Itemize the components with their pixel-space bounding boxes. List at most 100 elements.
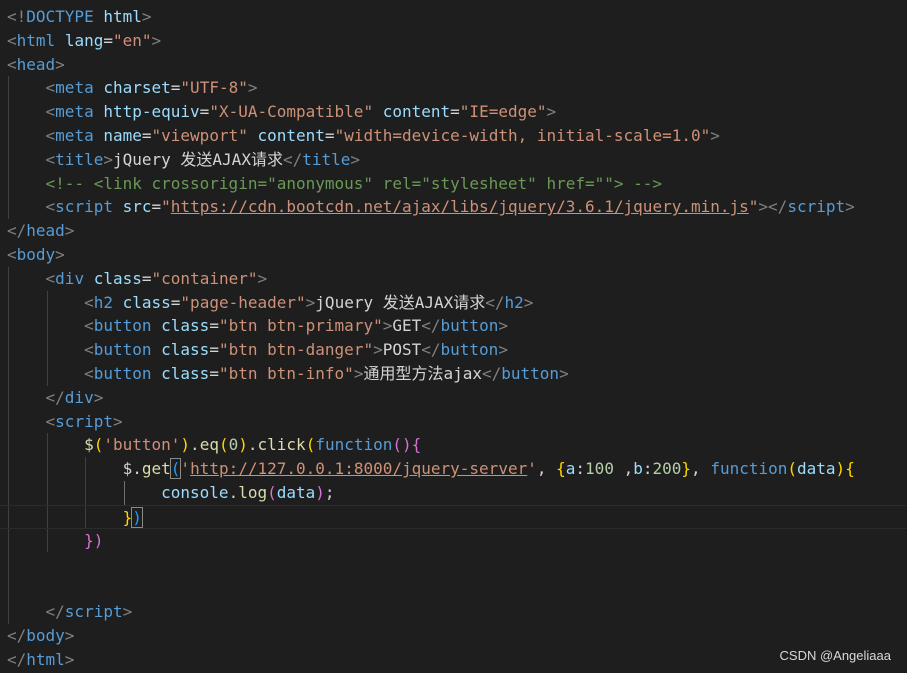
code-line[interactable]: </head> bbox=[0, 219, 907, 243]
code-line[interactable]: <!DOCTYPE html> bbox=[0, 5, 907, 29]
code-token: < bbox=[45, 102, 56, 122]
code-token: ( bbox=[787, 459, 798, 479]
code-token: " bbox=[161, 197, 171, 217]
code-token: http://127.0.0.1:8000/jquery-server bbox=[190, 459, 528, 479]
code-token: data bbox=[797, 459, 836, 479]
code-token: <!-- <link crossorigin="anonymous" rel="… bbox=[45, 173, 663, 193]
code-line[interactable]: <!-- <link crossorigin="anonymous" rel="… bbox=[0, 171, 907, 196]
code-line[interactable]: <title>jQuery 发送AJAX请求</title> bbox=[0, 147, 907, 172]
code-token: = bbox=[151, 197, 162, 217]
code-token: ( bbox=[305, 435, 316, 455]
code-token: </ bbox=[482, 363, 502, 383]
code-line[interactable] bbox=[0, 576, 907, 600]
code-token: > bbox=[122, 601, 133, 621]
code-token: ) bbox=[238, 435, 248, 455]
code-token: </ bbox=[45, 601, 65, 621]
code-token: div bbox=[64, 387, 94, 407]
code-token: "UTF-8" bbox=[180, 78, 248, 98]
code-token: script bbox=[787, 197, 846, 217]
code-token: class bbox=[161, 363, 210, 383]
code-token: < bbox=[7, 30, 17, 50]
code-token: "page-header" bbox=[180, 292, 306, 312]
code-token: GET bbox=[392, 316, 422, 336]
code-token: script bbox=[55, 197, 113, 217]
code-line[interactable]: <button class="btn btn-danger">POST</but… bbox=[0, 338, 907, 362]
code-token: < bbox=[45, 78, 56, 98]
code-token: button bbox=[440, 316, 499, 336]
code-token: > bbox=[55, 244, 65, 264]
code-token: : bbox=[642, 459, 653, 479]
code-line[interactable]: <body> bbox=[0, 243, 907, 267]
code-token: </ bbox=[282, 149, 303, 169]
code-token: </ bbox=[7, 649, 27, 669]
code-token: function bbox=[710, 459, 788, 479]
code-token: > bbox=[305, 292, 316, 312]
code-line[interactable]: <button class="btn btn-info">通用型方法ajax</… bbox=[0, 361, 907, 386]
watermark: CSDN @Angeliaaa bbox=[779, 648, 891, 663]
code-line[interactable]: $.get('http://127.0.0.1:8000/jquery-serv… bbox=[0, 457, 907, 481]
code-line[interactable]: <button class="btn btn-primary">GET</but… bbox=[0, 314, 907, 339]
code-token: 'button' bbox=[103, 435, 181, 455]
code-line[interactable]: }) bbox=[0, 504, 907, 529]
code-token: class bbox=[161, 316, 210, 336]
code-token: meta bbox=[55, 78, 94, 98]
code-line[interactable]: <script src="https://cdn.bootcdn.net/aja… bbox=[0, 195, 907, 220]
code-line[interactable]: <div class="container"> bbox=[0, 266, 907, 291]
code-token: 200 bbox=[652, 459, 682, 479]
code-token: ) bbox=[180, 435, 191, 455]
code-token: POST bbox=[382, 340, 422, 360]
code-token: ) bbox=[835, 459, 846, 479]
code-token: < bbox=[84, 292, 94, 312]
code-line[interactable]: <script> bbox=[0, 409, 907, 434]
code-line[interactable]: <html lang="en"> bbox=[0, 29, 907, 53]
code-line[interactable]: </div> bbox=[0, 385, 907, 410]
code-token: { bbox=[845, 459, 855, 479]
code-token: = bbox=[103, 30, 113, 50]
code-token: > bbox=[93, 387, 104, 407]
code-token: console bbox=[161, 482, 229, 502]
code-line[interactable]: }) bbox=[0, 528, 907, 553]
code-token: script bbox=[55, 411, 113, 431]
code-token: < bbox=[45, 149, 56, 169]
code-token: = bbox=[324, 125, 335, 145]
code-line[interactable]: </html> bbox=[0, 648, 907, 672]
code-line[interactable]: <meta name="viewport" content="width=dev… bbox=[0, 123, 907, 148]
code-token: h2 bbox=[504, 292, 524, 312]
code-token: . bbox=[190, 435, 200, 455]
code-token: ( bbox=[218, 435, 229, 455]
code-line[interactable]: <meta http-equiv="X-UA-Compatible" conte… bbox=[0, 100, 907, 124]
code-token: jQuery 发送AJAX请求 bbox=[112, 149, 283, 169]
code-line[interactable]: </body> bbox=[0, 624, 907, 648]
code-token: </ bbox=[421, 316, 441, 336]
code-token: } bbox=[681, 459, 692, 479]
code-line[interactable]: <head> bbox=[0, 53, 907, 77]
code-line[interactable]: <h2 class="page-header">jQuery 发送AJAX请求<… bbox=[0, 290, 907, 315]
code-line[interactable]: </script> bbox=[0, 599, 907, 624]
code-token: > bbox=[353, 363, 364, 383]
code-lines[interactable]: <!DOCTYPE html> <html lang="en"> <head> <m… bbox=[0, 5, 907, 671]
code-token: > bbox=[382, 316, 393, 336]
code-token: meta bbox=[55, 102, 94, 122]
code-line[interactable] bbox=[0, 552, 907, 577]
code-token: > bbox=[64, 221, 75, 241]
code-token: > bbox=[55, 54, 65, 74]
code-token: > bbox=[373, 340, 383, 360]
code-line[interactable]: $('button').eq(0).click(function(){ bbox=[0, 433, 907, 458]
code-token: { bbox=[556, 459, 566, 479]
code-line[interactable]: <meta charset="UTF-8"> bbox=[0, 76, 907, 101]
code-line[interactable]: console.log(data); bbox=[0, 480, 907, 505]
code-editor[interactable]: <!DOCTYPE html> <html lang="en"> <head> <m… bbox=[0, 0, 907, 673]
code-token: " bbox=[748, 197, 759, 217]
code-token: > bbox=[64, 649, 75, 669]
